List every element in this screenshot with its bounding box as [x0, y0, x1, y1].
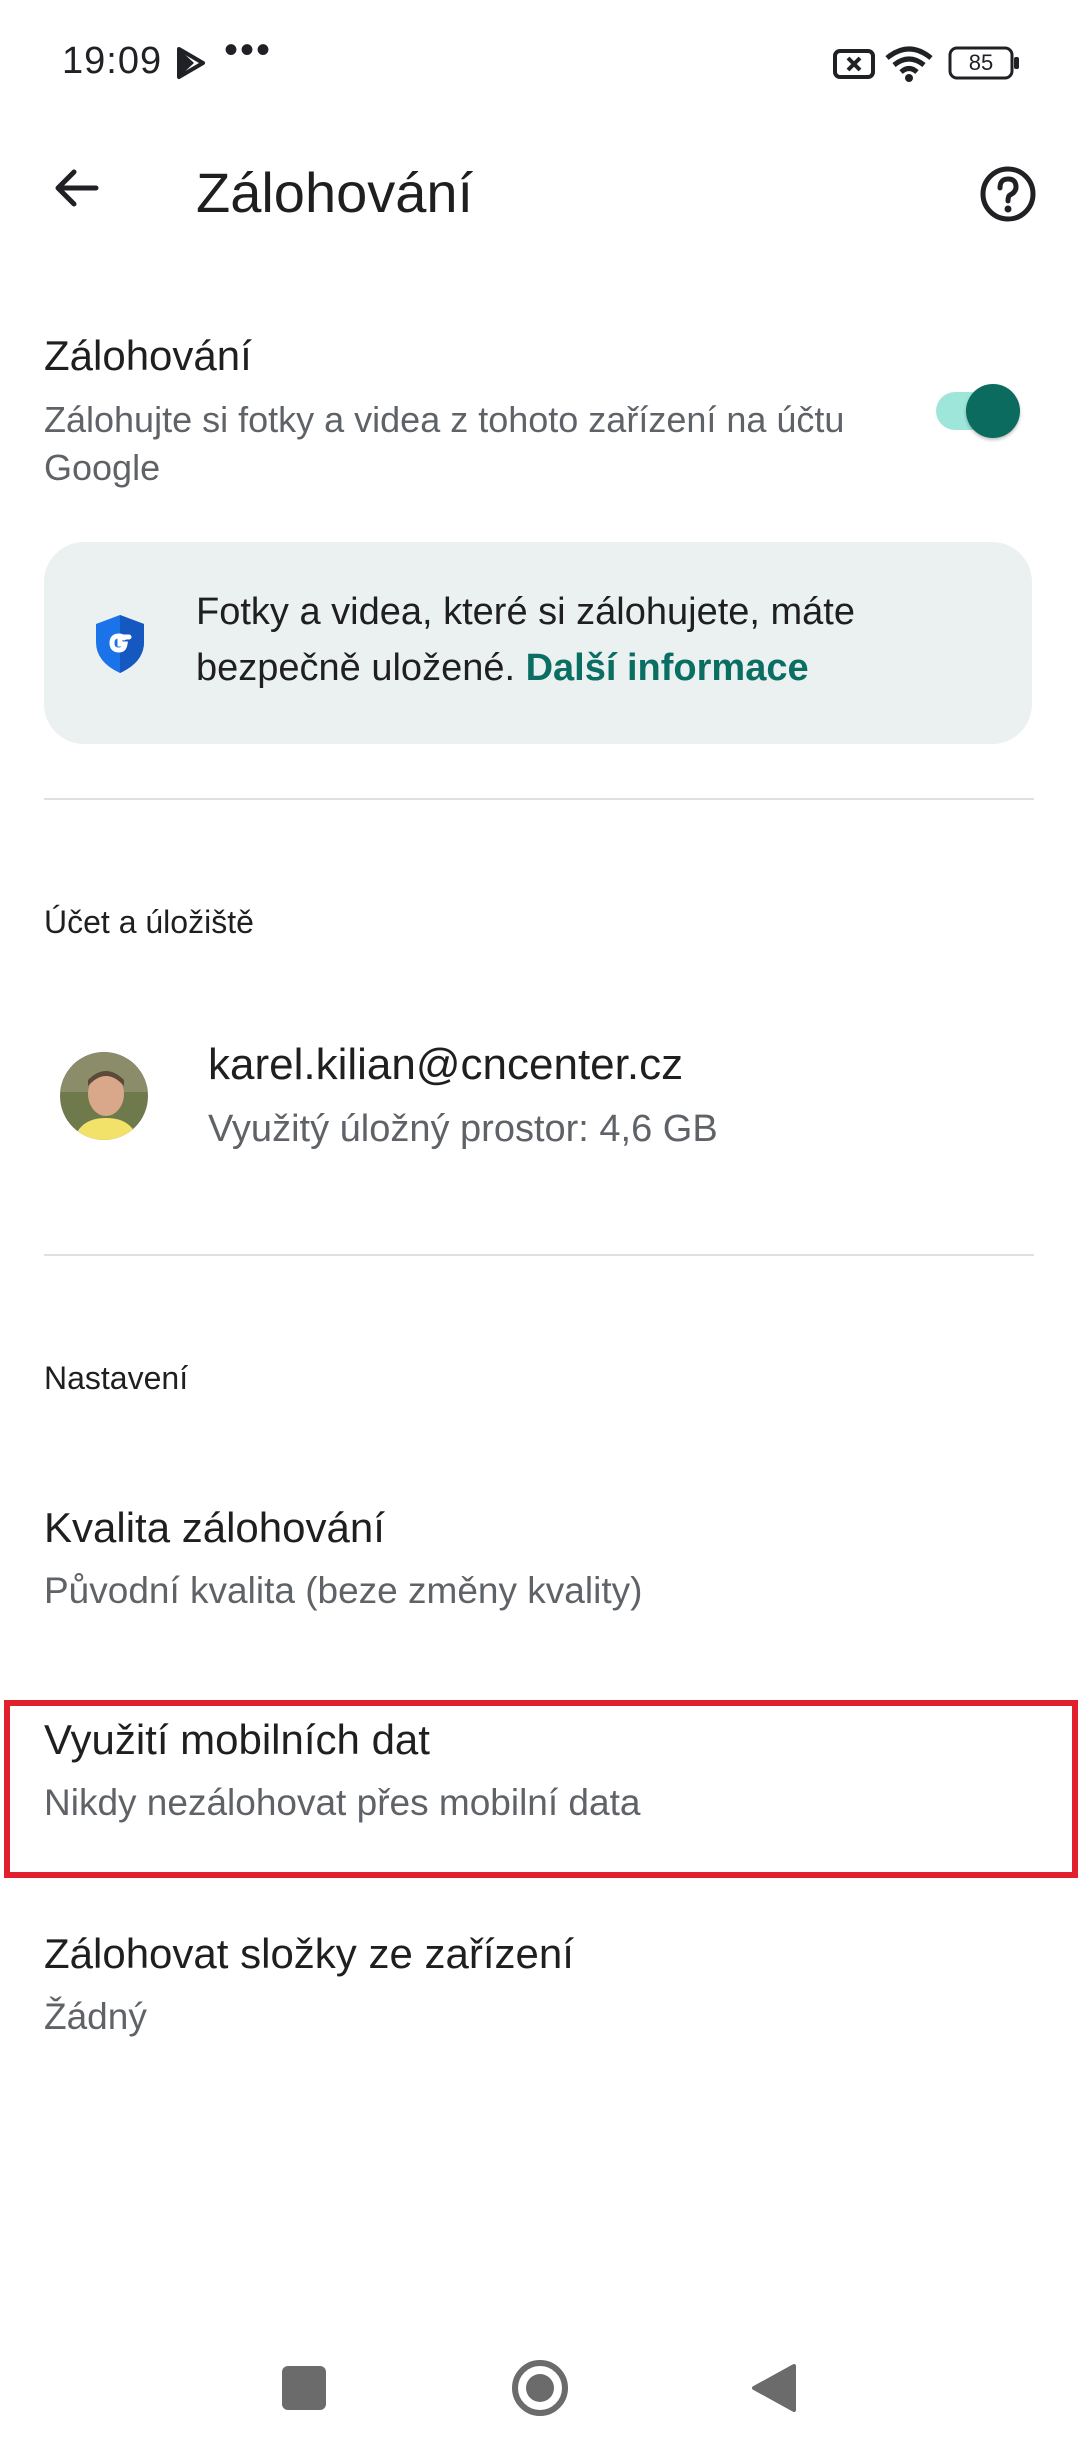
mobile-data-usage-value: Nikdy nezálohovat přes mobilní data	[44, 1782, 641, 1823]
backup-subtitle: Zálohujte si fotky a videa z tohoto zaří…	[44, 399, 845, 488]
nav-back-button[interactable]	[748, 2362, 798, 2414]
wifi-icon	[885, 46, 933, 82]
page-title: Zálohování	[196, 161, 474, 224]
help-icon	[980, 166, 1036, 222]
avatar-photo	[60, 1052, 148, 1140]
info-text: Fotky a videa, které si zálohujete, máte…	[196, 584, 996, 696]
account-email: karel.kilian@cncenter.cz	[208, 1040, 684, 1089]
storage-used: Využitý úložný prostor: 4,6 GB	[208, 1108, 718, 1150]
account-section-header: Účet a úložiště	[44, 904, 254, 940]
backup-device-folders-title[interactable]: Zálohovat složky ze zařízení	[44, 1930, 574, 1978]
more-notifications-icon: •••	[224, 28, 273, 72]
backup-device-folders-value: Žádný	[44, 1996, 147, 2037]
battery-level: 85	[968, 50, 994, 75]
settings-section-header: Nastavení	[44, 1360, 189, 1396]
backup-quality-value: Původní kvalita (beze změny kvality)	[44, 1570, 643, 1611]
status-time: 19:09	[62, 40, 163, 82]
home-button[interactable]	[510, 2358, 570, 2418]
backup-quality-title[interactable]: Kvalita zálohování	[44, 1504, 385, 1552]
backup-title: Zálohování	[44, 332, 252, 379]
no-sim-icon	[833, 49, 875, 79]
avatar[interactable]	[60, 1052, 148, 1140]
help-button[interactable]	[972, 158, 1044, 230]
more-info-link[interactable]: Další informace	[526, 647, 809, 689]
divider	[44, 798, 1034, 800]
divider	[44, 1254, 1034, 1256]
toggle-thumb[interactable]	[966, 384, 1020, 438]
recents-button[interactable]	[282, 2366, 326, 2410]
mobile-data-usage-title[interactable]: Využití mobilních dat	[44, 1716, 430, 1764]
google-shield-icon	[96, 615, 144, 673]
play-store-notification-icon	[177, 47, 205, 79]
back-button[interactable]	[40, 152, 112, 224]
arrow-back-icon	[55, 169, 99, 207]
